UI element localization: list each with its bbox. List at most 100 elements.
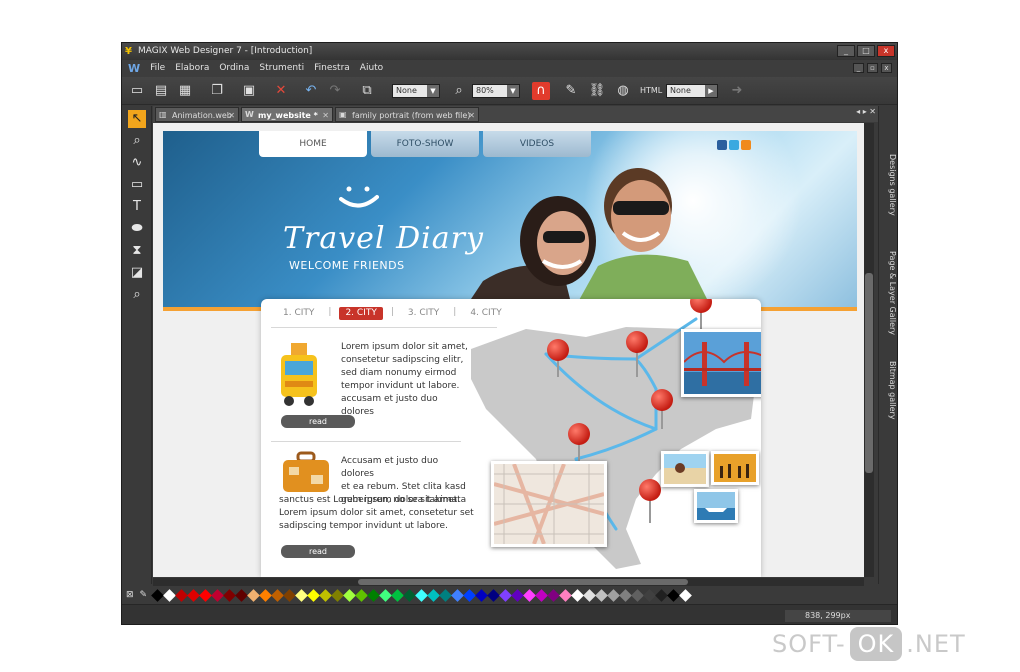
doc-close-button[interactable]: x [881,63,892,73]
close-tab-icon[interactable]: ✕ [468,108,475,123]
map-pin-2[interactable] [626,331,648,353]
link-icon[interactable]: ⛓ [588,82,606,100]
menu-strumenti[interactable]: Strumenti [259,60,304,77]
chevron-down-icon: ▼ [427,85,439,97]
save-icon[interactable]: ▦ [176,82,194,100]
maximize-button[interactable]: □ [857,45,875,57]
fill-tool-icon[interactable]: ⬬ [128,220,146,238]
close-tab-icon[interactable]: ✕ [322,108,329,123]
site-brand-title: Travel Diary [283,221,484,256]
tab-navigation[interactable]: ◂ ▸ ✕ [856,107,876,116]
doc-restore-button[interactable]: ▫ [867,63,878,73]
nav-videos[interactable]: VIDEOS [483,131,591,157]
design-canvas[interactable]: HOME FOTO-SHOW VIDEOS Travel Diary WELCO… [153,123,864,577]
city-map-photo[interactable] [491,461,607,547]
map-pin-4[interactable] [651,389,673,411]
freehand-tool-icon[interactable]: ∿ [128,154,146,172]
paste-icon[interactable]: ▣ [240,82,258,100]
document-window-controls: _ ▫ x [853,63,892,73]
style-select[interactable]: None ▶ [666,84,718,98]
city-tab-1[interactable]: 1. CITY [277,307,320,320]
twitter-icon[interactable] [729,140,739,150]
nav-home[interactable]: HOME [259,131,367,157]
delete-icon[interactable]: ✕ [272,82,290,100]
website-header: HOME FOTO-SHOW VIDEOS Travel Diary WELCO… [163,131,857,307]
read-button-1[interactable]: read [281,415,355,428]
transparency-tool-icon[interactable]: ⧗ [128,242,146,260]
facebook-icon[interactable] [717,140,727,150]
menu-finestra[interactable]: Finestra [314,60,350,77]
menu-file[interactable]: File [150,60,165,77]
golden-gate-photo[interactable] [681,329,761,397]
map-pin-5[interactable] [568,423,590,445]
menu-ordina[interactable]: Ordina [219,60,249,77]
page-layer-gallery-tab[interactable]: Page & Layer Gallery [881,251,897,335]
minimize-button[interactable]: _ [837,45,855,57]
suitcase-icon [283,451,329,492]
site-tagline: WELCOME FRIENDS [289,259,405,272]
no-color-icon[interactable]: ⊠ [126,590,134,600]
bus-icon [281,343,317,406]
quality-select[interactable]: None ▼ [392,84,440,98]
tab-family-portrait[interactable]: ▣ family portrait (from web file) ✕ [335,107,479,122]
close-button[interactable]: x [877,45,895,57]
main-toolbar: ▭ ▤ ▦ ❐ ▣ ✕ ↶ ↷ ⧉ None ▼ ⌕ 80% ▼ ∩ ✎ ⛓ ◍ H… [122,77,897,105]
social-icons [717,140,751,150]
selector-tool-icon[interactable]: ↖ [128,110,146,128]
zoom-select[interactable]: 80% ▼ [472,84,520,98]
gallery-sidebar: Designs gallery Page & Layer Gallery Bit… [878,106,897,584]
city-tab-3[interactable]: 3. CITY [402,307,445,320]
horizontal-scrollbar[interactable] [153,578,864,586]
tab-animation[interactable]: ▥ Animation.web ✕ [155,107,239,122]
undo-icon[interactable]: ↶ [302,82,320,100]
eyedropper-icon[interactable]: ✎ [140,590,148,600]
web-properties-icon[interactable]: ✎ [562,82,580,100]
beach-photo[interactable] [661,451,709,487]
rss-icon[interactable] [741,140,751,150]
menu-aiuto[interactable]: Aiuto [360,60,383,77]
magnet-snap-icon[interactable]: ∩ [532,82,550,100]
html-code-icon[interactable]: HTML [640,82,662,100]
zoom-tool-icon[interactable]: ⌕ [128,132,146,150]
travel-map [466,299,761,577]
transform-icon[interactable]: ⧉ [358,82,376,100]
chevron-down-icon: ▼ [507,85,519,97]
menu-elabora[interactable]: Elabora [175,60,209,77]
nav-foto-show[interactable]: FOTO-SHOW [371,131,479,157]
menu-bar: W File Elabora Ordina Strumenti Finestra… [122,60,897,77]
zoom-icon[interactable]: ⌕ [450,82,468,100]
rectangle-tool-icon[interactable]: ▭ [128,176,146,194]
city-tab-2[interactable]: 2. CITY [339,307,383,320]
app-w-icon: W [128,62,141,75]
title-bar: ¥ MAGIX Web Designer 7 - [Introduction] … [122,43,897,60]
map-pin-1[interactable] [547,339,569,361]
couple-photo [465,168,711,307]
read-button-2[interactable]: read [281,545,355,558]
close-tab-icon[interactable]: ✕ [228,108,235,123]
palette-swatch[interactable] [679,588,692,602]
document-icon: ▥ [159,110,167,119]
web-document-icon: W [245,110,254,119]
article-1-text: Lorem ipsum dolor sit amet, consetetur s… [341,342,468,417]
tab-my-website[interactable]: W my_website * ✕ [241,107,333,122]
map-pin-6[interactable] [639,479,661,501]
watermark: SOFT- OK .NET [772,624,966,664]
preview-globe-icon[interactable]: ◍ [614,82,632,100]
designs-gallery-tab[interactable]: Designs gallery [881,154,897,216]
new-document-icon[interactable]: ▭ [128,82,146,100]
chevron-right-icon: ▶ [705,85,717,97]
doc-minimize-button[interactable]: _ [853,63,864,73]
sunset-photo[interactable] [711,451,759,485]
open-folder-icon[interactable]: ▤ [152,82,170,100]
text-tool-icon[interactable]: T [128,198,146,216]
boat-photo[interactable] [694,489,738,523]
shadow-tool-icon[interactable]: ◪ [128,264,146,282]
arrow-forward-icon[interactable]: ➜ [728,82,746,100]
redo-icon[interactable]: ↷ [326,82,344,100]
copy-icon[interactable]: ❐ [208,82,226,100]
magnify-tool-icon[interactable]: ⌕ [128,286,146,304]
window-title: MAGIX Web Designer 7 - [Introduction] [138,46,313,56]
app-logo-icon: ¥ [125,46,132,57]
bitmap-gallery-tab[interactable]: Bitmap gallery [881,361,897,420]
vertical-scrollbar[interactable] [864,123,874,577]
